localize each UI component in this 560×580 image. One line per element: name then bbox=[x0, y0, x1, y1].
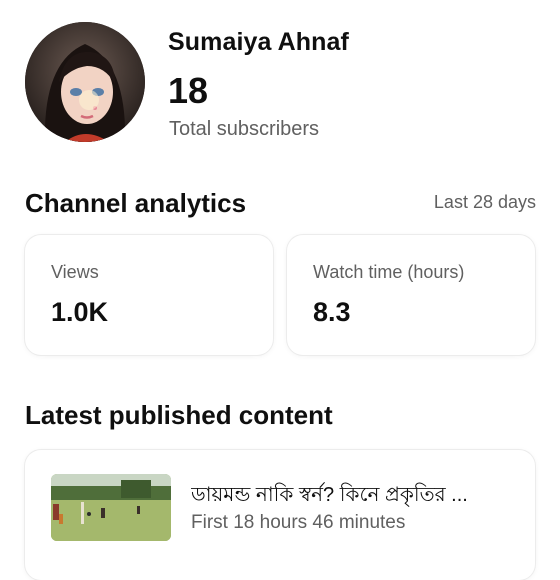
channel-avatar[interactable] bbox=[25, 22, 145, 142]
video-thumbnail[interactable] bbox=[51, 474, 171, 541]
views-label: Views bbox=[51, 262, 99, 282]
watch-time-value: 8.3 bbox=[313, 297, 351, 327]
latest-video-card[interactable]: ডায়মন্ড নাকি স্বর্ন? কিনে প্রকৃতির ... … bbox=[25, 450, 535, 580]
subscriber-label: Total subscribers bbox=[169, 118, 320, 140]
views-card[interactable]: Views 1.0K bbox=[25, 235, 273, 355]
channel-name: Sumaiya Ahnaf bbox=[168, 28, 349, 56]
video-performance-meta: First 18 hours 46 minutes bbox=[191, 512, 406, 533]
latest-content-title: Latest published content bbox=[25, 400, 333, 430]
analytics-range[interactable]: Last 28 days bbox=[434, 192, 536, 213]
watch-time-card[interactable]: Watch time (hours) 8.3 bbox=[287, 235, 535, 355]
avatar-image bbox=[25, 22, 145, 142]
subscriber-count: 18 bbox=[168, 70, 209, 111]
watch-time-label: Watch time (hours) bbox=[313, 262, 465, 282]
views-value: 1.0K bbox=[51, 297, 109, 327]
video-title[interactable]: ডায়মন্ড নাকি স্বর্ন? কিনে প্রকৃতির ... bbox=[191, 480, 511, 513]
video-thumbnail-image bbox=[51, 474, 171, 541]
analytics-title: Channel analytics bbox=[25, 188, 247, 218]
